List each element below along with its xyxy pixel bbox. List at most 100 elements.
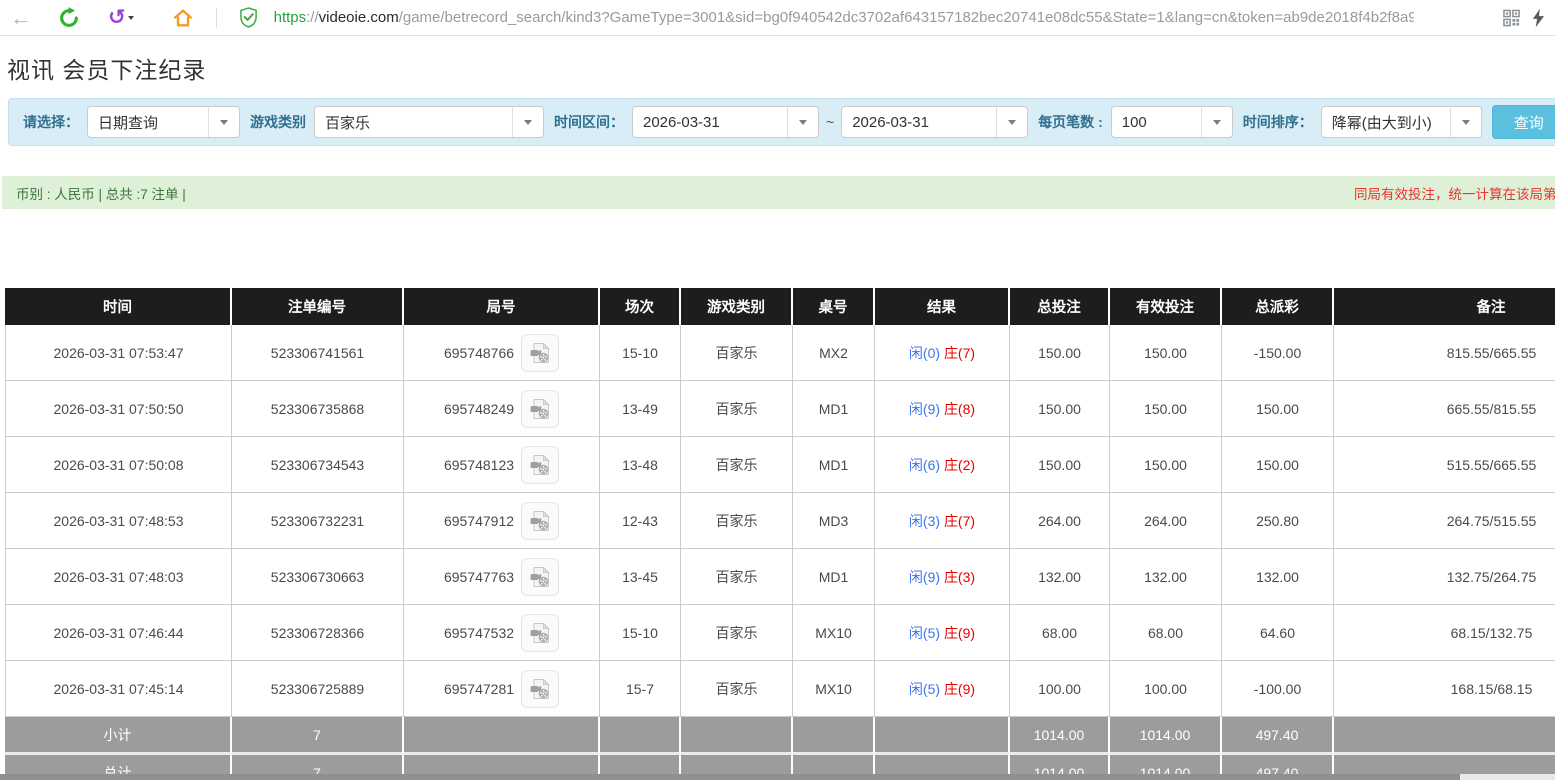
total-bet-link[interactable]: 150.00 (1010, 325, 1110, 381)
bet-number: 523306732231 (232, 493, 404, 549)
video-replay-button[interactable] (521, 613, 560, 652)
session-number: 12-43 (600, 493, 681, 549)
search-button[interactable]: 查询 (1491, 105, 1555, 139)
banker-result: 庄(8) (943, 400, 976, 417)
url-scheme: https (273, 9, 307, 26)
total-bet-link[interactable]: 100.00 (1010, 661, 1110, 717)
round-number: 695748123 (443, 456, 515, 473)
home-icon-glyph (173, 8, 192, 27)
video-replay-button[interactable] (521, 501, 560, 540)
summary-cell (404, 717, 600, 755)
page-size-combobox[interactable]: 100 (1110, 106, 1233, 138)
total-bet-link[interactable]: 68.00 (1010, 605, 1110, 661)
home-icon[interactable] (172, 7, 194, 29)
bet-number: 523306734543 (232, 437, 404, 493)
column-header: 游戏类别 (681, 288, 793, 325)
table-number: MD1 (793, 549, 875, 605)
game-type: 百家乐 (681, 605, 793, 661)
page-size-value[interactable]: 100 (1112, 107, 1201, 137)
date-from-value[interactable]: 2026-03-31 (633, 107, 787, 137)
bet-row: 2026-03-31 07:53:47 523306741561 6957487… (5, 325, 1555, 381)
address-bar[interactable]: https://videoie.com/game/betrecord_searc… (274, 9, 1414, 26)
page: ← ↺ https://videoie.com/game/betrecord_s… (0, 0, 1555, 780)
game-type-combobox[interactable]: 百家乐 (314, 106, 544, 138)
total-bet-link[interactable]: 132.00 (1010, 549, 1110, 605)
date-to-dropdown-button[interactable] (996, 107, 1028, 137)
column-header: 桌号 (793, 288, 875, 325)
result-cell: 闲(9) 庄(8) (875, 381, 1010, 437)
table-number: MX10 (793, 661, 875, 717)
summary-cell: 7 (232, 717, 404, 755)
video-replay-button[interactable] (521, 389, 560, 428)
summary-cell: 1014.00 (1110, 717, 1222, 755)
date-from-combobox[interactable]: 2026-03-31 (632, 106, 819, 138)
round-number: 695747532 (443, 624, 515, 641)
player-result: 闲(6) (908, 456, 941, 473)
game-type-value[interactable]: 百家乐 (315, 107, 512, 137)
result-cell: 闲(3) 庄(7) (875, 493, 1010, 549)
session-number: 15-10 (600, 605, 681, 661)
column-header: 注单编号 (232, 288, 404, 325)
result-cell: 闲(9) 庄(3) (875, 549, 1010, 605)
url-separator: :// (306, 9, 319, 26)
valid-bet: 264.00 (1110, 493, 1222, 549)
query-type-dropdown-button[interactable] (208, 107, 239, 137)
undo-icon[interactable]: ↺ (108, 7, 126, 28)
payout: 250.80 (1222, 493, 1334, 549)
payout: 150.00 (1222, 381, 1334, 437)
bet-time: 2026-03-31 07:46:44 (5, 605, 232, 661)
bet-number: 523306730663 (232, 549, 404, 605)
bet-time: 2026-03-31 07:53:47 (5, 325, 232, 381)
session-number: 13-49 (600, 381, 681, 437)
player-result: 闲(5) (908, 624, 941, 641)
game-type: 百家乐 (681, 437, 793, 493)
valid-bet: 68.00 (1110, 605, 1222, 661)
page-size-dropdown-button[interactable] (1200, 107, 1232, 137)
qr-code-icon[interactable] (1503, 9, 1520, 26)
total-bet-link[interactable]: 150.00 (1010, 437, 1110, 493)
video-replay-button[interactable] (521, 333, 560, 372)
video-file-icon (530, 397, 550, 419)
query-type-value[interactable]: 日期查询 (88, 107, 208, 137)
video-replay-button[interactable] (521, 445, 560, 484)
time-sort-dropdown-button[interactable] (1449, 107, 1481, 137)
table-number: MX10 (793, 605, 875, 661)
time-sort-value[interactable]: 降幂(由大到小) (1322, 107, 1450, 137)
back-icon[interactable]: ← (10, 6, 32, 29)
bet-row: 2026-03-31 07:48:03 523306730663 6957477… (5, 549, 1555, 605)
payout: 150.00 (1222, 437, 1334, 493)
time-sort-combobox[interactable]: 降幂(由大到小) (1320, 106, 1482, 138)
summary-cell (600, 717, 681, 755)
summary-row: 小计 7 1014.00 1014.00 497.40 (5, 717, 1555, 755)
scrollbar-thumb[interactable] (0, 774, 1460, 780)
undo-dropdown-caret-icon[interactable] (127, 15, 134, 20)
table-header-row: 时间 注单编号 局号 场次 游戏类别 桌号 结果 总投注 有效投注 总派彩 备注 (5, 288, 1555, 325)
lightning-icon[interactable] (1532, 8, 1545, 27)
total-bet-link[interactable]: 150.00 (1010, 381, 1110, 437)
payout: -100.00 (1222, 661, 1334, 717)
game-type-dropdown-button[interactable] (512, 107, 543, 137)
security-shield-icon[interactable] (239, 7, 258, 28)
url-domain: videoie.com (318, 9, 399, 26)
session-number: 15-7 (600, 661, 681, 717)
player-result: 闲(9) (908, 568, 941, 585)
round-cell: 695748249 (404, 381, 600, 437)
date-to-combobox[interactable]: 2026-03-31 (841, 106, 1029, 138)
round-cell: 695747763 (404, 549, 600, 605)
refresh-icon[interactable] (58, 6, 80, 29)
horizontal-scrollbar[interactable] (0, 774, 1555, 780)
game-type: 百家乐 (681, 381, 793, 437)
column-header: 备注 (1334, 288, 1555, 325)
video-replay-button[interactable] (521, 669, 560, 708)
query-type-combobox[interactable]: 日期查询 (87, 106, 240, 138)
caret-down-icon (1461, 119, 1470, 125)
bet-number: 523306725889 (232, 661, 404, 717)
date-from-dropdown-button[interactable] (787, 107, 818, 137)
result-cell: 闲(5) 庄(9) (875, 605, 1010, 661)
video-replay-button[interactable] (521, 557, 560, 596)
date-to-value[interactable]: 2026-03-31 (842, 107, 996, 137)
toolbar-divider (215, 7, 217, 28)
total-bet-link[interactable]: 264.00 (1010, 493, 1110, 549)
bet-time: 2026-03-31 07:50:50 (5, 381, 232, 437)
player-result: 闲(3) (908, 512, 941, 529)
